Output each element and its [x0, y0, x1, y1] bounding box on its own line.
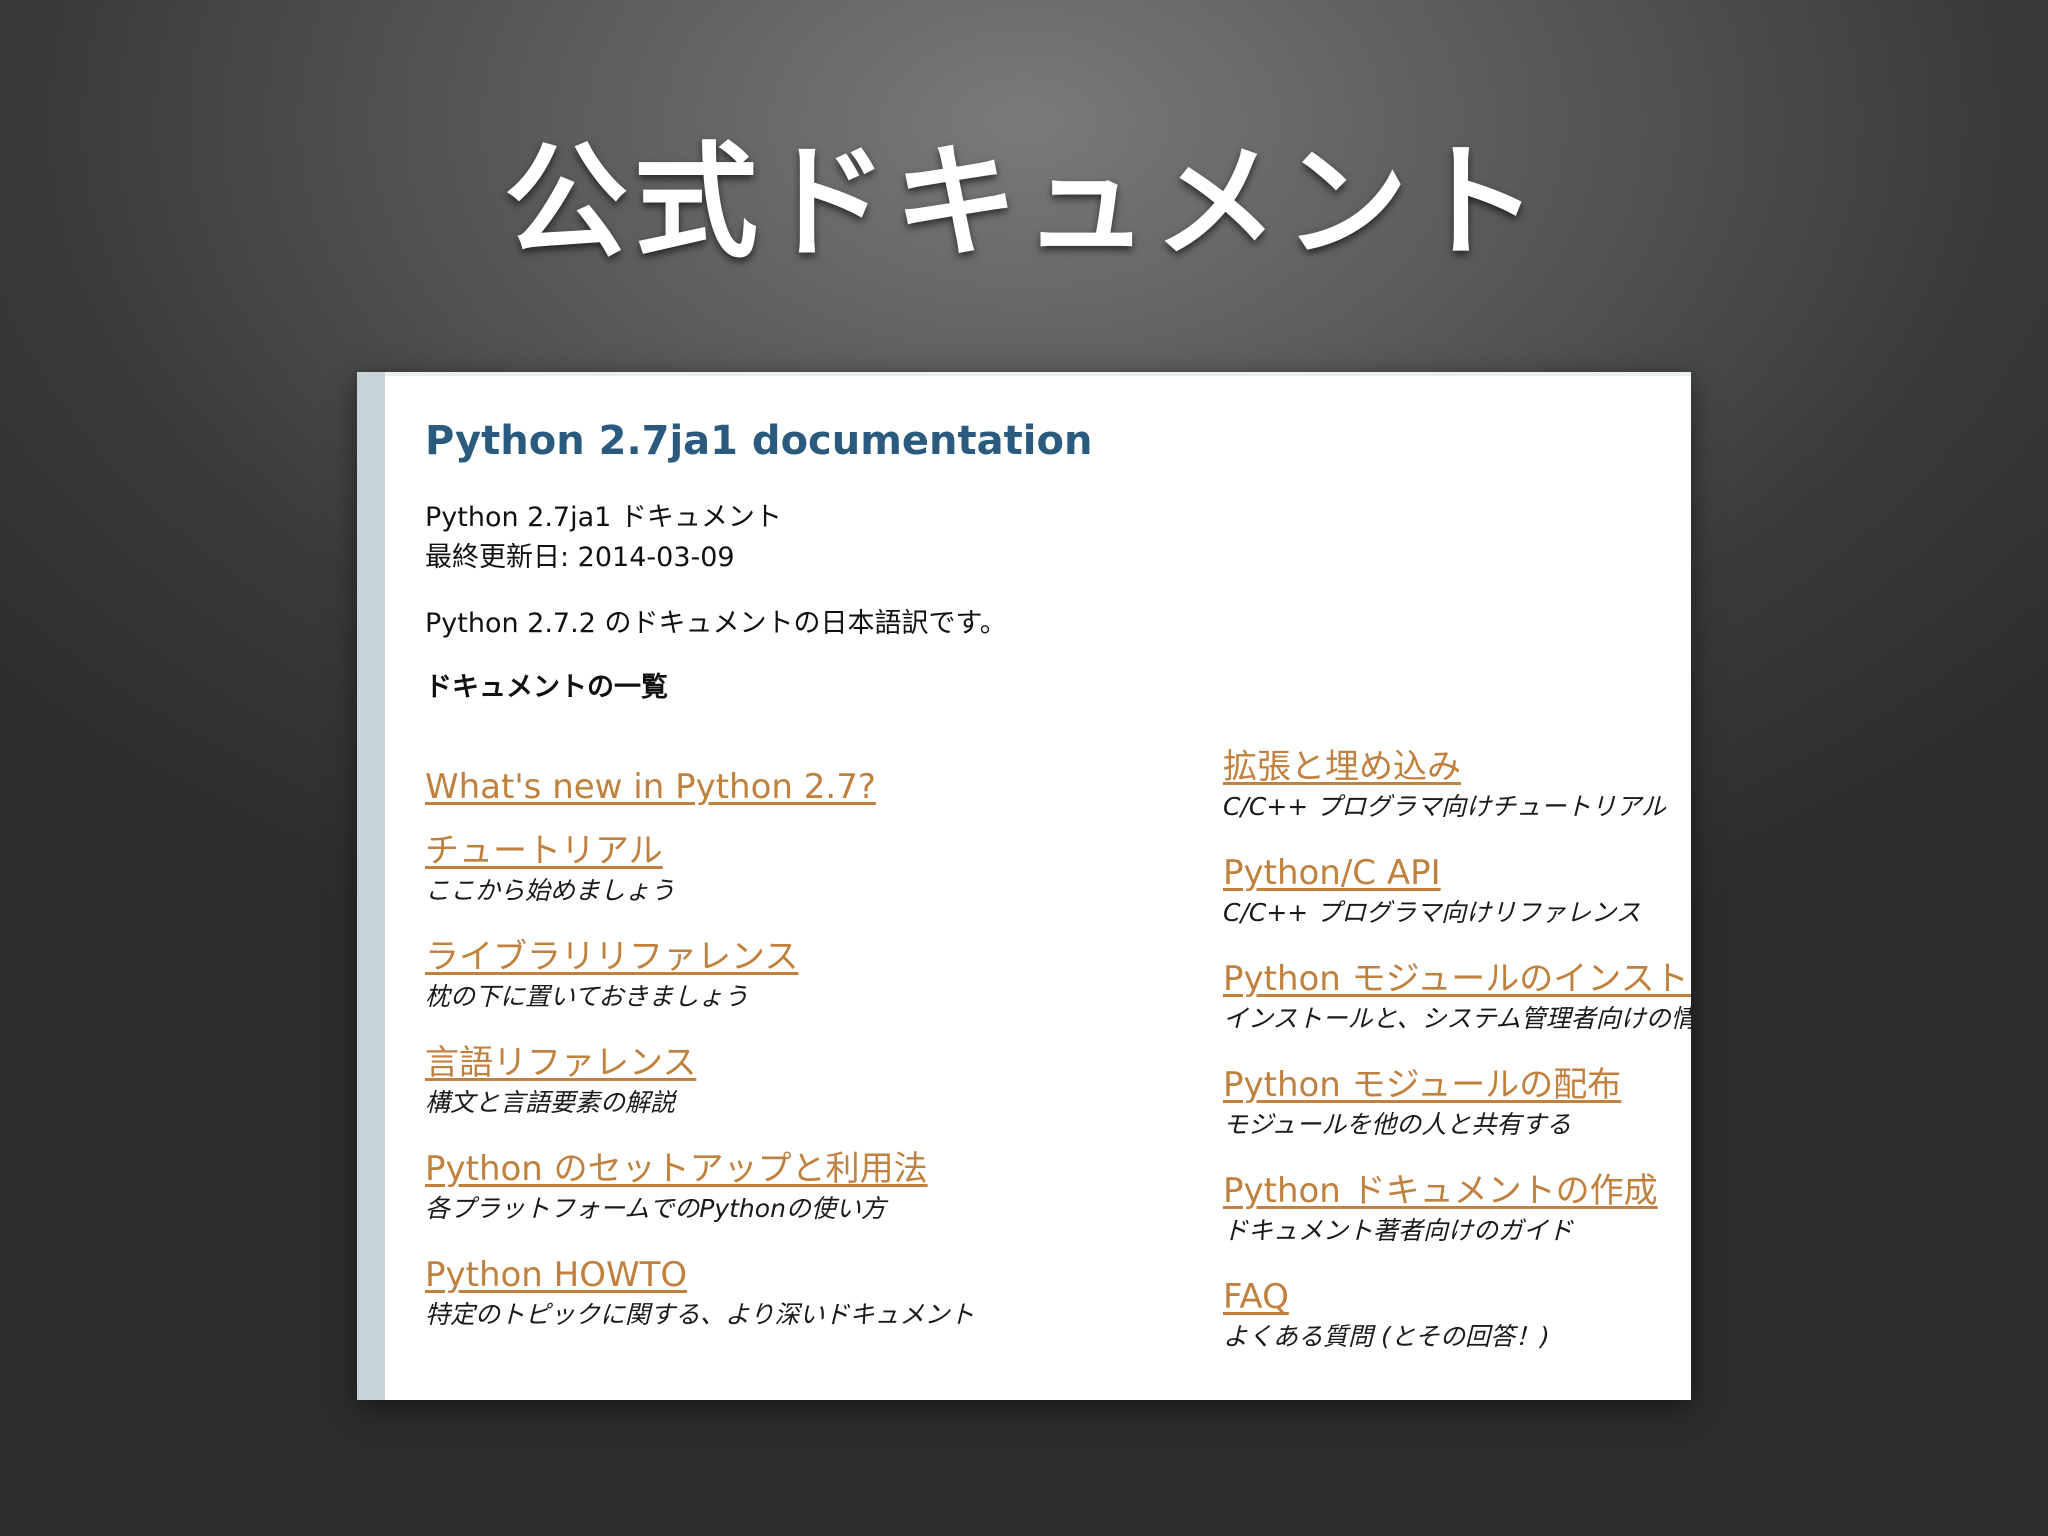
link-description: C/C++ プログラマ向けチュートリアル: [1223, 792, 1666, 821]
doc-entry: Python モジュールの配布 モジュールを他の人と共有する: [1223, 1064, 1621, 1142]
link-description: モジュールを他の人と共有する: [1223, 1110, 1572, 1139]
doc-entry: FAQ よくある質問 (とその回答！): [1223, 1276, 1550, 1354]
link-description: 枕の下に置いておきましょう: [425, 982, 749, 1011]
documentation-screenshot: Python 2.7ja1 documentation Python 2.7ja…: [357, 372, 1691, 1400]
link-description: ここから始めましょう: [425, 876, 676, 905]
link-extending-embedding[interactable]: 拡張と埋め込み: [1223, 746, 1666, 788]
doc-entry: Python ドキュメントの作成 ドキュメント著者向けのガイド: [1223, 1170, 1658, 1248]
doc-title: Python 2.7ja1 documentation: [425, 418, 1093, 464]
doc-entry: Python モジュールのインストール インストールと、システム管理者向けの情報: [1223, 958, 1691, 1036]
doc-entry: 拡張と埋め込み C/C++ プログラマ向けチュートリアル: [1223, 746, 1666, 824]
link-description: ドキュメント著者向けのガイド: [1223, 1216, 1574, 1245]
sidebar-bar: [357, 372, 385, 1400]
doc-entry: Python のセットアップと利用法 各プラットフォームでのPythonの使い方: [425, 1148, 928, 1226]
link-howto[interactable]: Python HOWTO: [425, 1254, 975, 1296]
link-description: C/C++ プログラマ向けリファレンス: [1223, 898, 1641, 927]
doc-entry: Python/C API C/C++ プログラマ向けリファレンス: [1223, 852, 1641, 930]
link-installing-modules[interactable]: Python モジュールのインストール: [1223, 958, 1691, 1000]
link-documenting-python[interactable]: Python ドキュメントの作成: [1223, 1170, 1658, 1212]
link-description: 各プラットフォームでのPythonの使い方: [425, 1194, 886, 1223]
doc-entry: What's new in Python 2.7?: [425, 766, 876, 808]
doc-entry: チュートリアル ここから始めましょう: [425, 830, 675, 908]
list-heading: ドキュメントの一覧: [425, 672, 668, 703]
doc-entry: ライブラリリファレンス 枕の下に置いておきましょう: [425, 936, 798, 1014]
slide-title: 公式ドキュメント: [503, 131, 1544, 275]
link-distributing-modules[interactable]: Python モジュールの配布: [1223, 1064, 1621, 1106]
link-language-reference[interactable]: 言語リファレンス: [425, 1042, 696, 1084]
top-divider: [385, 372, 1691, 376]
link-description: インストールと、システム管理者向けの情報: [1223, 1004, 1691, 1033]
doc-entry: Python HOWTO 特定のトピックに関する、より深いドキュメント: [425, 1254, 975, 1332]
intro-text: Python 2.7.2 のドキュメントの日本語訳です。: [425, 608, 1007, 639]
link-description: 特定のトピックに関する、より深いドキュメント: [425, 1300, 975, 1329]
link-library-reference[interactable]: ライブラリリファレンス: [425, 936, 798, 978]
link-description: 構文と言語要素の解説: [425, 1088, 676, 1117]
doc-subtitle: Python 2.7ja1 ドキュメント: [425, 502, 782, 533]
link-setup-usage[interactable]: Python のセットアップと利用法: [425, 1148, 928, 1190]
link-description: よくある質問 (とその回答！): [1223, 1322, 1550, 1351]
link-c-api[interactable]: Python/C API: [1223, 852, 1641, 894]
link-tutorial[interactable]: チュートリアル: [425, 830, 675, 872]
link-whats-new[interactable]: What's new in Python 2.7?: [425, 766, 876, 808]
doc-entry: 言語リファレンス 構文と言語要素の解説: [425, 1042, 696, 1120]
last-updated: 最終更新日: 2014-03-09: [425, 542, 735, 573]
link-faq[interactable]: FAQ: [1223, 1276, 1550, 1318]
